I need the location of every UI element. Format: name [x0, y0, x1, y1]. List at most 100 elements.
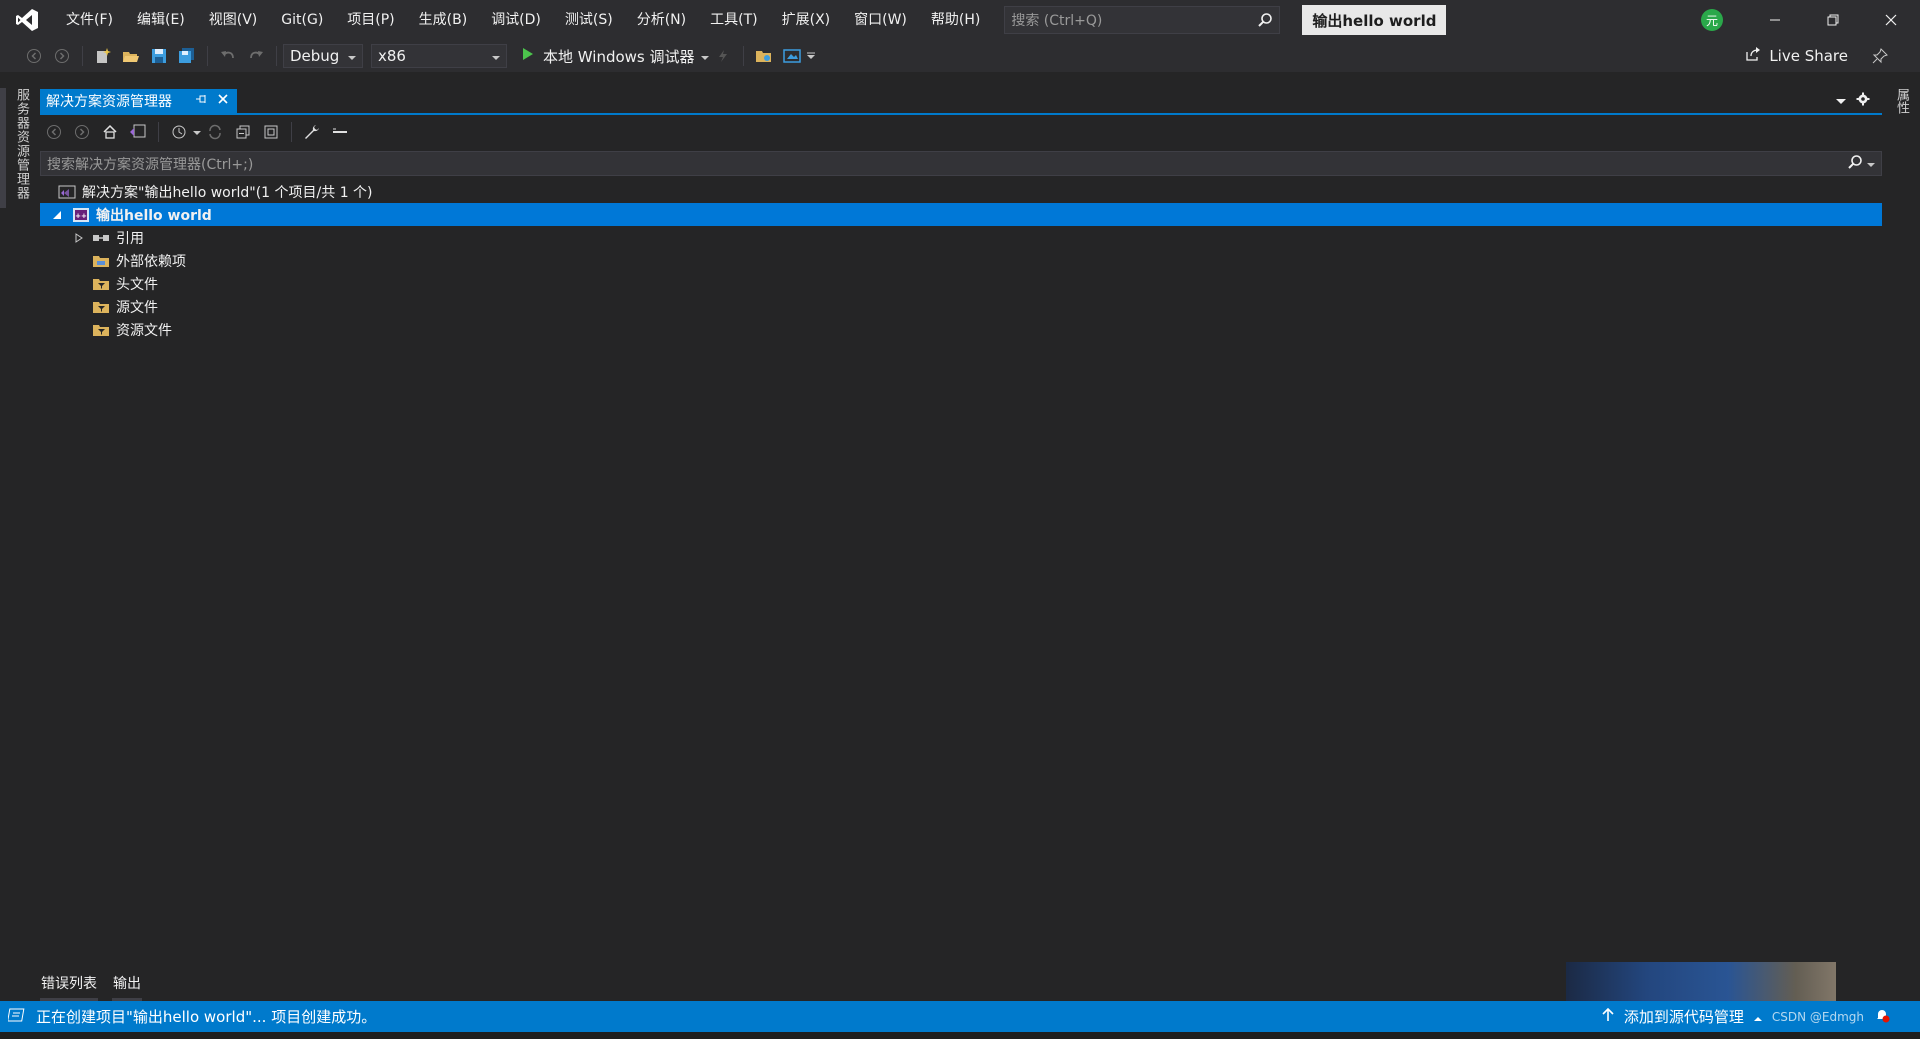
- visual-studio-logo-icon[interactable]: [0, 0, 54, 40]
- navigate-forward-icon[interactable]: [70, 120, 94, 144]
- toolbar-separator: [742, 46, 744, 66]
- chevron-up-icon[interactable]: [1753, 1008, 1762, 1026]
- minimize-icon[interactable]: [1746, 0, 1804, 40]
- solution-explorer-toolbar: [40, 118, 1882, 146]
- tree-item-header-files[interactable]: 头文件: [40, 272, 1882, 295]
- menu-project[interactable]: 项目(P): [335, 0, 406, 40]
- solution-explorer-search-input[interactable]: 搜索解决方案资源管理器(Ctrl+;): [40, 151, 1882, 176]
- solution-configuration-dropdown[interactable]: Debug: [283, 44, 363, 68]
- close-icon[interactable]: [217, 93, 229, 109]
- restore-icon[interactable]: [1804, 0, 1862, 40]
- navigate-back-icon[interactable]: [22, 44, 46, 68]
- cpp-project-icon: ++: [72, 207, 90, 223]
- menu-debug[interactable]: 调试(D): [479, 0, 553, 40]
- screenshot-tool-icon[interactable]: [780, 44, 804, 68]
- global-search-placeholder: 搜索 (Ctrl+Q): [1011, 13, 1103, 29]
- tree-item-references[interactable]: 引用: [40, 226, 1882, 249]
- save-all-icon[interactable]: [175, 44, 199, 68]
- preview-selected-icon[interactable]: [328, 120, 352, 144]
- open-file-icon[interactable]: [119, 44, 143, 68]
- toolbar-overflow-icon[interactable]: [806, 48, 816, 64]
- live-share-button[interactable]: Live Share: [1745, 40, 1848, 72]
- tree-item-project[interactable]: ++ 输出hello world: [40, 203, 1882, 226]
- chevron-down-icon: [348, 47, 356, 65]
- menu-analyze[interactable]: 分析(N): [625, 0, 698, 40]
- standard-toolbar: Debug x86 本地 Windows 调试器: [0, 40, 1920, 72]
- wrench-properties-icon[interactable]: [300, 120, 324, 144]
- references-icon: [92, 230, 110, 246]
- external-dependencies-icon: [92, 253, 110, 269]
- tree-item-source-files[interactable]: 源文件: [40, 295, 1882, 318]
- server-explorer-rail[interactable]: 服务器资源管理器: [0, 88, 34, 208]
- pending-changes-filter-icon[interactable]: [167, 120, 191, 144]
- notifications-bell-icon[interactable]: [1874, 1007, 1890, 1027]
- chevron-down-icon[interactable]: [193, 124, 201, 140]
- status-message: 正在创建项目"输出hello world"... 项目创建成功。: [36, 1008, 377, 1026]
- toolbar-separator: [291, 122, 292, 142]
- menu-view[interactable]: 视图(V): [197, 0, 270, 40]
- share-icon: [1745, 46, 1761, 66]
- tab-underline: [40, 113, 1882, 115]
- references-label: 引用: [116, 230, 144, 247]
- solution-search-placeholder: 搜索解决方案资源管理器(Ctrl+;): [47, 156, 254, 173]
- solution-platform-dropdown[interactable]: x86: [371, 44, 507, 68]
- navigate-forward-icon[interactable]: [50, 44, 74, 68]
- tree-item-solution[interactable]: 解决方案"输出hello world"(1 个项目/共 1 个): [40, 180, 1882, 203]
- tab-error-list[interactable]: 错误列表: [40, 968, 98, 1001]
- menu-tools[interactable]: 工具(T): [698, 0, 769, 40]
- platform-value: x86: [378, 47, 406, 65]
- account-avatar[interactable]: 元: [1701, 9, 1723, 31]
- tree-item-external-dependencies[interactable]: 外部依赖项: [40, 249, 1882, 272]
- solution-tree: 解决方案"输出hello world"(1 个项目/共 1 个) ++ 输出he…: [40, 180, 1882, 341]
- start-debugging-button[interactable]: 本地 Windows 调试器: [521, 46, 709, 67]
- menu-file[interactable]: 文件(F): [54, 0, 125, 40]
- collapsed-arrow-icon[interactable]: [72, 231, 86, 245]
- open-folder-icon[interactable]: [752, 44, 776, 68]
- show-all-files-icon[interactable]: [259, 120, 283, 144]
- external-dependencies-label: 外部依赖项: [116, 253, 186, 270]
- toolbar-separator: [158, 122, 159, 142]
- resource-files-label: 资源文件: [116, 322, 172, 339]
- solution-label: 解决方案"输出hello world"(1 个项目/共 1 个): [82, 184, 373, 201]
- new-project-icon[interactable]: [91, 44, 115, 68]
- sync-icon[interactable]: [203, 120, 227, 144]
- hot-reload-icon[interactable]: [711, 44, 735, 68]
- collapse-all-icon[interactable]: [231, 120, 255, 144]
- filter-folder-icon: [92, 322, 110, 338]
- menu-window[interactable]: 窗口(W): [842, 0, 919, 40]
- search-icon: [1847, 154, 1863, 174]
- menu-test[interactable]: 测试(S): [553, 0, 625, 40]
- feedback-pin-icon[interactable]: [1868, 44, 1892, 68]
- navigate-back-icon[interactable]: [42, 120, 66, 144]
- save-icon[interactable]: [147, 44, 171, 68]
- menu-extensions[interactable]: 扩展(X): [770, 0, 843, 40]
- pin-icon[interactable]: [195, 93, 207, 109]
- global-search-input[interactable]: 搜索 (Ctrl+Q): [1004, 6, 1281, 34]
- solution-icon: [58, 184, 76, 200]
- expanded-arrow-icon[interactable]: [50, 208, 64, 222]
- close-window-icon[interactable]: [1862, 0, 1920, 40]
- menu-git[interactable]: Git(G): [269, 0, 335, 40]
- taskbar-edge: [0, 1032, 1920, 1039]
- tab-output[interactable]: 输出: [112, 968, 142, 1001]
- home-icon[interactable]: [98, 120, 122, 144]
- watermark: CSDN @Edmgh: [1771, 1009, 1864, 1024]
- properties-rail[interactable]: 属性: [1888, 88, 1920, 128]
- window-position-dropdown-icon[interactable]: [1836, 93, 1846, 109]
- bottom-tool-tabs: 错误列表 输出: [40, 968, 142, 1001]
- solution-explorer-tab[interactable]: 解决方案资源管理器: [40, 89, 237, 113]
- search-icon: [1251, 7, 1279, 33]
- filter-folder-icon: [92, 276, 110, 292]
- chevron-down-icon: [700, 47, 709, 65]
- menu-edit[interactable]: 编辑(E): [125, 0, 197, 40]
- menu-build[interactable]: 生成(B): [407, 0, 480, 40]
- add-to-source-control-button[interactable]: 添加到源代码管理: [1624, 1006, 1744, 1027]
- tree-item-resource-files[interactable]: 资源文件: [40, 318, 1882, 341]
- search-options-chevron-icon[interactable]: [1867, 156, 1875, 172]
- status-message-icon: [7, 1008, 26, 1026]
- redo-icon[interactable]: [244, 44, 268, 68]
- menu-help[interactable]: 帮助(H): [919, 0, 992, 40]
- undo-icon[interactable]: [216, 44, 240, 68]
- gear-icon[interactable]: [1856, 92, 1870, 110]
- switch-views-icon[interactable]: [126, 120, 150, 144]
